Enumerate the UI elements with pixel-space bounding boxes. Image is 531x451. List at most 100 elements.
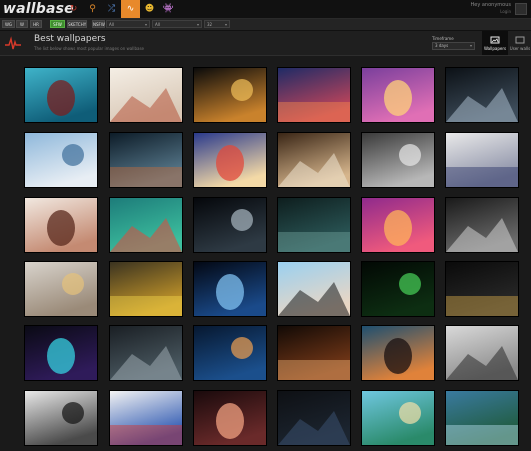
wallpaper-thumbnail[interactable] <box>278 133 350 187</box>
wallpaper-image <box>25 391 97 445</box>
wallpaper-image <box>194 262 266 316</box>
wallpaper-thumbnail[interactable] <box>362 391 434 445</box>
per-page-select-value: 32 <box>207 22 213 27</box>
login-link[interactable]: Login <box>500 9 511 14</box>
wallpaper-thumbnail[interactable] <box>110 262 182 316</box>
aspect-select-value: All <box>155 22 160 27</box>
wallpaper-image <box>110 198 182 252</box>
wallpaper-thumbnail[interactable] <box>362 326 434 380</box>
wallpaper-thumbnail[interactable] <box>25 262 97 316</box>
wallpaper-thumbnail[interactable] <box>278 68 350 122</box>
wallpaper-image <box>362 198 434 252</box>
wallpaper-thumbnail[interactable] <box>446 68 518 122</box>
wallpaper-thumbnail[interactable] <box>194 391 266 445</box>
wallpaper-image <box>362 391 434 445</box>
wallpaper-image <box>446 133 518 187</box>
wallpaper-image <box>278 326 350 380</box>
wallpaper-thumbnail[interactable] <box>25 133 97 187</box>
wallpaper-image <box>25 326 97 380</box>
wallpaper-thumbnail[interactable] <box>278 198 350 252</box>
wallpaper-thumbnail[interactable] <box>362 262 434 316</box>
user-greeting: Hey anonymous <box>470 2 511 8</box>
wallpaper-thumbnail[interactable] <box>278 391 350 445</box>
wallpaper-thumbnail[interactable] <box>110 198 182 252</box>
toplist-pulse-icon[interactable]: ∿ <box>121 0 140 18</box>
wallpaper-image <box>194 68 266 122</box>
wallpaper-image <box>362 133 434 187</box>
wallpaper-image <box>25 133 97 187</box>
wallpaper-thumbnail[interactable] <box>362 133 434 187</box>
wallpaper-image <box>278 133 350 187</box>
filter-hr-button[interactable]: HR <box>30 20 42 28</box>
user-area: Hey anonymous Login <box>437 0 527 18</box>
wallpaper-thumbnail[interactable] <box>446 391 518 445</box>
wallpaper-thumbnail[interactable] <box>446 326 518 380</box>
wallpaper-image <box>194 326 266 380</box>
filter-wg-button[interactable]: WG <box>2 20 15 28</box>
chevron-down-icon: ▾ <box>224 22 227 27</box>
filter-sketchy-button[interactable]: SKETCHY <box>67 20 87 28</box>
wallpaper-thumbnail[interactable] <box>362 198 434 252</box>
wallpaper-grid <box>0 56 531 451</box>
wallpaper-thumbnail[interactable] <box>25 391 97 445</box>
wallpaper-image <box>446 262 518 316</box>
wallpaper-thumbnail[interactable] <box>194 262 266 316</box>
wallpaper-thumbnail[interactable] <box>25 68 97 122</box>
wallpaper-image <box>362 68 434 122</box>
wallpaper-thumbnail[interactable] <box>194 326 266 380</box>
refresh-icon[interactable]: ↻ <box>64 0 83 18</box>
wallpaper-thumbnail[interactable] <box>446 198 518 252</box>
tab-user-walls[interactable]: User walls <box>509 31 531 55</box>
filter-sfw-button[interactable]: SFW <box>50 20 65 28</box>
timeframe-value: 3 days <box>435 43 449 48</box>
wallpaper-image <box>110 391 182 445</box>
wallpaper-thumbnail[interactable] <box>446 262 518 316</box>
wallpaper-thumbnail[interactable] <box>194 68 266 122</box>
main-nav: ↻ ⚲ ⤮ ∿ ☻ 👾 <box>64 0 178 18</box>
wallpaper-thumbnail[interactable] <box>25 198 97 252</box>
wallpaper-thumbnail[interactable] <box>278 326 350 380</box>
per-page-select[interactable]: 32 ▾ <box>204 20 230 28</box>
resolution-select-value: All <box>109 22 114 27</box>
wallpaper-thumbnail[interactable] <box>110 326 182 380</box>
timeframe-label: Timeframe <box>432 36 454 41</box>
chevron-down-icon: ▾ <box>196 22 199 27</box>
resolution-select[interactable]: All ▾ <box>106 20 150 28</box>
wallpaper-thumbnail[interactable] <box>110 68 182 122</box>
wallpaper-thumbnail[interactable] <box>194 198 266 252</box>
filter-w-button[interactable]: W <box>16 20 28 28</box>
wallpaper-image <box>25 262 97 316</box>
wallpaper-image <box>25 68 97 122</box>
tab-user-walls-label: User walls <box>509 46 531 51</box>
user-avatar-icon[interactable] <box>515 3 527 15</box>
alien-icon[interactable]: 👾 <box>159 0 178 18</box>
aspect-select[interactable]: All ▾ <box>152 20 202 28</box>
user-walls-icon <box>515 36 525 44</box>
wallpaper-image <box>110 326 182 380</box>
chevron-down-icon: ▾ <box>469 43 472 48</box>
shuffle-icon[interactable]: ⤮ <box>102 0 121 18</box>
chevron-down-icon: ▾ <box>144 22 147 27</box>
wallpaper-thumbnail[interactable] <box>446 133 518 187</box>
wallpaper-thumbnail[interactable] <box>278 262 350 316</box>
wallpaper-image <box>110 262 182 316</box>
tab-wallpapers[interactable]: Wallpapers <box>482 31 508 55</box>
wallpaper-thumbnail[interactable] <box>194 133 266 187</box>
timeframe-select[interactable]: 3 days ▾ <box>432 42 475 50</box>
filter-nsfw-button[interactable]: NSFW <box>92 20 105 28</box>
page-subtitle: The list below shows most popular images… <box>34 46 145 51</box>
wallpaper-image <box>362 262 434 316</box>
wallpaper-thumbnail[interactable] <box>25 326 97 380</box>
wallpaper-image <box>278 262 350 316</box>
top-bar: wallbase ↻ ⚲ ⤮ ∿ ☻ 👾 Hey anonymous Login <box>0 0 531 19</box>
wallpaper-image <box>278 68 350 122</box>
wallpaper-image <box>278 198 350 252</box>
random-face-icon[interactable]: ☻ <box>140 0 159 18</box>
wallpaper-image <box>446 326 518 380</box>
wallpaper-thumbnail[interactable] <box>110 391 182 445</box>
wallpaper-thumbnail[interactable] <box>362 68 434 122</box>
search-icon[interactable]: ⚲ <box>83 0 102 18</box>
pulse-icon <box>5 36 21 50</box>
wallpaper-image <box>110 68 182 122</box>
wallpaper-thumbnail[interactable] <box>110 133 182 187</box>
